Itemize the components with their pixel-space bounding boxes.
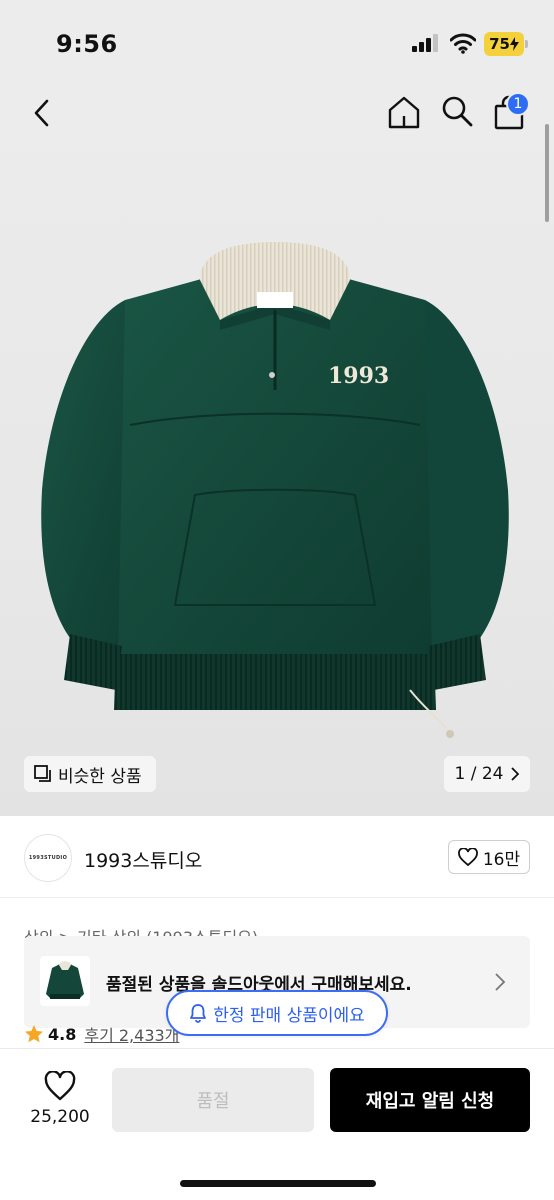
wishlist-count: 25,200 — [30, 1107, 90, 1127]
brand-name[interactable]: 1993스튜디오 — [84, 846, 202, 873]
rating-value: 4.8 — [48, 1024, 77, 1044]
restock-alert-button[interactable]: 재입고 알림 신청 — [330, 1068, 530, 1132]
banner-product-thumbnail — [40, 956, 90, 1006]
status-bar: 9:56 75 — [0, 0, 554, 80]
cellular-signal-icon — [412, 34, 438, 52]
brand-logo[interactable]: 1993STUDIO — [24, 834, 72, 882]
product-gallery[interactable]: 1 1993 비슷한 상품 1 / 24 — [0, 80, 554, 816]
image-pager-button[interactable]: 1 / 24 — [444, 756, 530, 792]
brand-like-button[interactable]: 16만 — [448, 840, 530, 874]
bell-icon — [190, 1004, 207, 1023]
battery-level: 75 — [489, 35, 510, 53]
bottom-action-bar: 25,200 품절 재입고 알림 신청 — [0, 1048, 554, 1200]
status-time: 9:56 — [56, 30, 118, 58]
scrollbar-thumb[interactable] — [545, 124, 549, 222]
brand-row: 1993STUDIO 1993스튜디오 16만 — [0, 816, 554, 898]
home-icon[interactable] — [386, 94, 422, 130]
brand-like-count: 16만 — [482, 849, 521, 870]
product-image-sweatshirt[interactable]: 1993 — [30, 240, 520, 740]
battery-nub — [525, 40, 528, 48]
back-icon[interactable] — [28, 98, 56, 128]
similar-products-icon — [34, 765, 51, 782]
home-indicator — [180, 1180, 376, 1187]
image-pager-text: 1 / 24 — [454, 764, 504, 784]
chevron-right-icon — [495, 973, 506, 991]
star-icon — [25, 1025, 43, 1043]
review-count-link[interactable]: 후기 2,433개 — [84, 1022, 179, 1046]
limited-sale-text: 한정 판매 상품이에요 — [213, 1005, 365, 1026]
chest-logo: 1993 — [328, 363, 389, 389]
wishlist-heart-icon[interactable] — [44, 1071, 76, 1101]
charging-bolt-icon — [509, 37, 519, 51]
soldout-button: 품절 — [112, 1068, 314, 1132]
search-icon[interactable] — [440, 94, 474, 128]
rating-row: 4.8 후기 2,433개 — [24, 1022, 179, 1046]
wifi-icon — [450, 33, 476, 54]
heart-icon — [457, 848, 478, 866]
limited-sale-notice: 한정 판매 상품이에요 — [166, 990, 388, 1036]
cart-count-badge: 1 — [506, 92, 530, 116]
similar-products-label: 비슷한 상품 — [58, 766, 142, 787]
chevron-right-icon — [511, 767, 520, 781]
brand-logo-text: 1993STUDIO — [28, 855, 68, 861]
banner-thumbnail-image — [46, 961, 84, 999]
similar-products-button[interactable]: 비슷한 상품 — [24, 756, 156, 792]
battery-indicator: 75 — [484, 32, 524, 56]
